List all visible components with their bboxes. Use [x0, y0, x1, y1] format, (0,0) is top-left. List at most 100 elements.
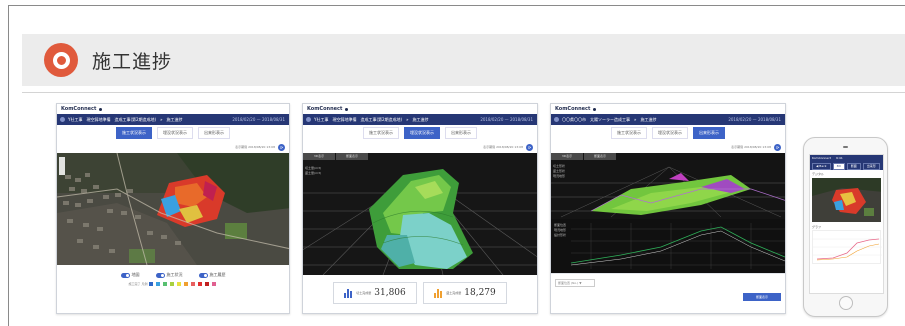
side-label-fill-shape: 盛土形状: [553, 168, 565, 173]
map-legend: 地図 施工状況 施工履歴 施工完了 凡例: [57, 265, 289, 293]
as-built-viewport[interactable]: 3D表示 断面表示 切土形状 盛土形状 現況地形 断面位置 現況地形 設計形状: [551, 153, 785, 273]
tab-as-built[interactable]: 出来形表示: [445, 127, 477, 139]
divider: [22, 92, 905, 93]
menu-icon[interactable]: [306, 117, 311, 122]
phone-speaker: [843, 146, 848, 148]
section-controls: 断面位置 (No.) ▼ 断面表示: [551, 273, 785, 305]
bar-chart-icon: [434, 288, 443, 298]
refresh-icon[interactable]: ⟳: [278, 143, 285, 151]
toolbar: 表示期間 2018/08/20 13:08 ⟳: [303, 141, 537, 153]
phone-chart-lines: [813, 238, 882, 261]
screenshot-construction-status: KomConnect Y社工事 現空鋳地準備 造成工事(第2期造成地) » 施工…: [56, 103, 290, 314]
phone-status-bar: KomConnect 9:41: [810, 155, 883, 162]
legend-swatch: [170, 282, 175, 286]
tab-construction-status[interactable]: 施工状況表示: [363, 127, 399, 139]
view-subtabs: 3D表示 断面表示: [551, 153, 616, 161]
section-label-position: 断面位置: [554, 222, 566, 227]
map-viewport[interactable]: [57, 153, 289, 265]
legend-swatch: [205, 282, 210, 286]
top-navbar: Y社工事 現空鋳地準備 造成工事(第2期造成地) » 施工進捗 2018/02/…: [57, 114, 289, 125]
tab-construction-status[interactable]: 施工状況表示: [116, 127, 152, 139]
side-label-cut: 切土量(m3): [305, 165, 321, 170]
home-icon: [593, 107, 597, 111]
legend-swatch: [177, 282, 182, 286]
tab-burial-status[interactable]: 埋没状況表示: [652, 127, 688, 139]
brand-logo: KomConnect: [57, 104, 289, 114]
breadcrumb: Y社工事 現空鋳地準備 造成工事(第2期造成地) » 施工進捗: [68, 117, 183, 122]
bar-chart-icon: [344, 288, 353, 298]
legend-swatch: [156, 282, 161, 286]
display-period: 表示期間 2018/08/20 13:08: [731, 145, 771, 149]
toolbar: 表示期間 2018/08/20 13:08 ⟳: [57, 141, 289, 153]
as-built-3d-and-section: 切土形状 盛土形状 現況地形 断面位置 現況地形 設計形状: [551, 153, 785, 273]
stat-fill-volume: 盛土完成量 18,279: [423, 282, 507, 304]
menu-icon[interactable]: [554, 117, 559, 122]
toolbar: 表示期間 2018/08/20 13:08 ⟳: [551, 141, 785, 153]
view-tabs: 施工状況表示 埋没状況表示 出来形表示: [57, 125, 289, 141]
phone-chart-title: グラフ: [812, 225, 822, 229]
tab-as-built[interactable]: 出来形表示: [198, 127, 230, 139]
stat-cut-volume: 切土完成量 31,806: [333, 282, 417, 304]
view-tabs: 施工状況表示 埋没状況表示 出来形表示: [303, 125, 537, 141]
brand-logo: KomConnect: [551, 104, 785, 114]
legend-swatch: [212, 282, 217, 286]
legend-swatch: [191, 282, 196, 286]
subtab-section[interactable]: 断面表示: [584, 153, 616, 160]
refresh-icon[interactable]: ⟳: [774, 143, 781, 151]
section-title: 施工進捗: [92, 50, 173, 73]
phone-tab-as-built[interactable]: 出来形: [862, 162, 880, 170]
subtab-section[interactable]: 断面表示: [336, 153, 368, 160]
refresh-icon[interactable]: ⟳: [526, 143, 533, 151]
legend-label: 施工完了 凡例: [128, 282, 148, 286]
toggle-construction-status[interactable]: 施工状況: [155, 272, 183, 278]
color-scale: 施工完了 凡例: [129, 282, 218, 286]
3d-viewport[interactable]: 3D表示 断面表示 切土量(m3) 盛土量(m3): [303, 153, 537, 275]
legend-swatch: [149, 282, 154, 286]
screenshot-as-built: KomConnect 〇〇県〇〇市 太陽ソーラー造成工事 » 施工進捗 2018…: [550, 103, 786, 314]
3d-terrain: 切土量(m3) 盛土量(m3): [303, 153, 537, 275]
display-period: 表示期間 2018/08/20 13:08: [483, 145, 523, 149]
phone-map-image: [812, 178, 881, 222]
phone-map-title: デジタル: [812, 172, 824, 176]
section-label-design: 設計形状: [554, 232, 566, 237]
menu-icon[interactable]: [60, 117, 65, 122]
subtab-3d[interactable]: 3D表示: [303, 153, 335, 160]
phone-screen: KomConnect 9:41 ◀ Back 3D 断面 出来形 デジタル グラ…: [809, 154, 884, 294]
tab-burial-status[interactable]: 埋没状況表示: [404, 127, 440, 139]
view-subtabs: 3D表示 断面表示: [303, 153, 368, 161]
phone-back-button[interactable]: ◀ Back: [812, 162, 831, 170]
tab-burial-status[interactable]: 埋没状況表示: [157, 127, 193, 139]
phone-home-button[interactable]: [839, 296, 853, 310]
top-navbar: Y社工事 現空鋳地準備 造成工事(第2期造成地) » 施工進捗 2018/02/…: [303, 114, 537, 125]
home-icon: [345, 107, 349, 111]
subtab-3d[interactable]: 3D表示: [551, 153, 583, 160]
brand-logo: KomConnect: [303, 104, 537, 114]
toggle-map[interactable]: 地図: [120, 272, 140, 278]
screenshot-3d-cut-fill: KomConnect Y社工事 現空鋳地準備 造成工事(第2期造成地) » 施工…: [302, 103, 538, 314]
phone-nav: ◀ Back 3D 断面 出来形: [810, 162, 883, 170]
view-tabs: 施工状況表示 埋没状況表示 出来形表示: [551, 125, 785, 141]
phone-tab-3d[interactable]: 3D: [832, 162, 845, 170]
tab-construction-status[interactable]: 施工状況表示: [611, 127, 647, 139]
phone-tab-section[interactable]: 断面: [846, 162, 861, 170]
toggle-construction-history[interactable]: 施工履歴: [198, 272, 226, 278]
date-range: 2018/02/20 — 2018/08/31: [232, 117, 285, 122]
breadcrumb: Y社工事 現空鋳地準備 造成工事(第2期造成地) » 施工進捗: [314, 117, 429, 122]
section-label-existing: 現況地形: [554, 227, 566, 232]
legend-swatch: [163, 282, 168, 286]
tab-as-built[interactable]: 出来形表示: [693, 127, 725, 139]
top-navbar: 〇〇県〇〇市 太陽ソーラー造成工事 » 施工進捗 2018/02/20 — 20…: [551, 114, 785, 125]
fill-volume-value: 18,279: [464, 288, 496, 298]
smartphone-mockup: KomConnect 9:41 ◀ Back 3D 断面 出来形 デジタル グラ…: [803, 137, 888, 317]
section-header: 施工進捗: [22, 34, 905, 86]
display-period: 表示期間 2018/08/20 13:08: [235, 145, 275, 149]
target-ring-icon: [44, 43, 78, 77]
breadcrumb: 〇〇県〇〇市 太陽ソーラー造成工事 » 施工進捗: [562, 117, 657, 122]
legend-swatch: [184, 282, 189, 286]
legend-swatch: [198, 282, 203, 286]
phone-chart: [812, 230, 882, 264]
cut-volume-value: 31,806: [374, 288, 406, 298]
phone-map[interactable]: [812, 178, 881, 222]
show-section-button[interactable]: 断面表示: [743, 293, 781, 301]
section-position-select[interactable]: 断面位置 (No.) ▼: [555, 279, 595, 287]
